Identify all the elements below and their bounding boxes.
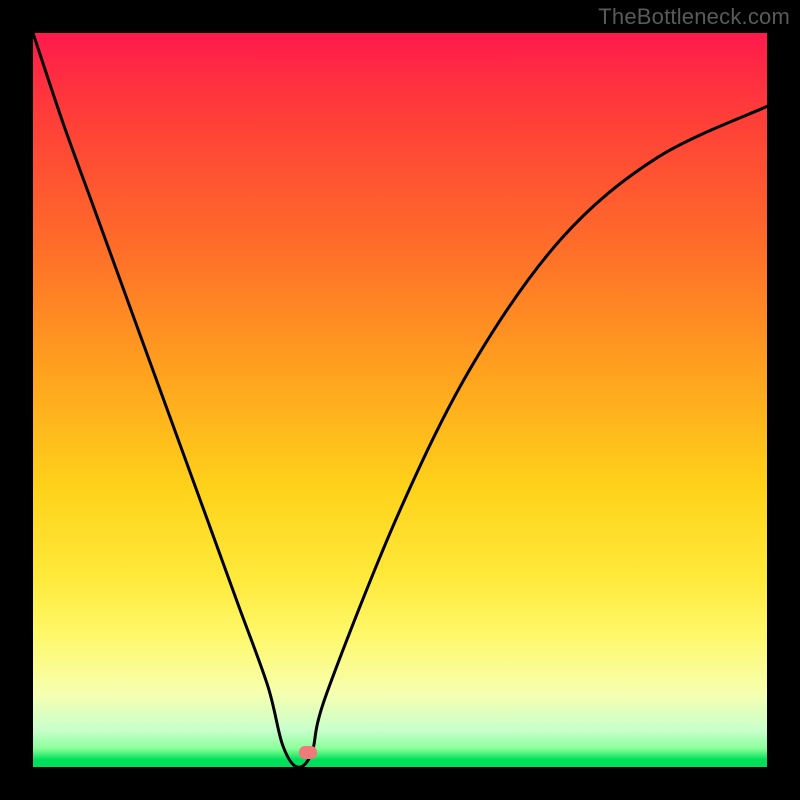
watermark-text: TheBottleneck.com — [598, 4, 790, 30]
bottleneck-curve — [33, 33, 767, 767]
plot-area — [33, 33, 767, 767]
optimal-point-marker — [299, 746, 317, 759]
